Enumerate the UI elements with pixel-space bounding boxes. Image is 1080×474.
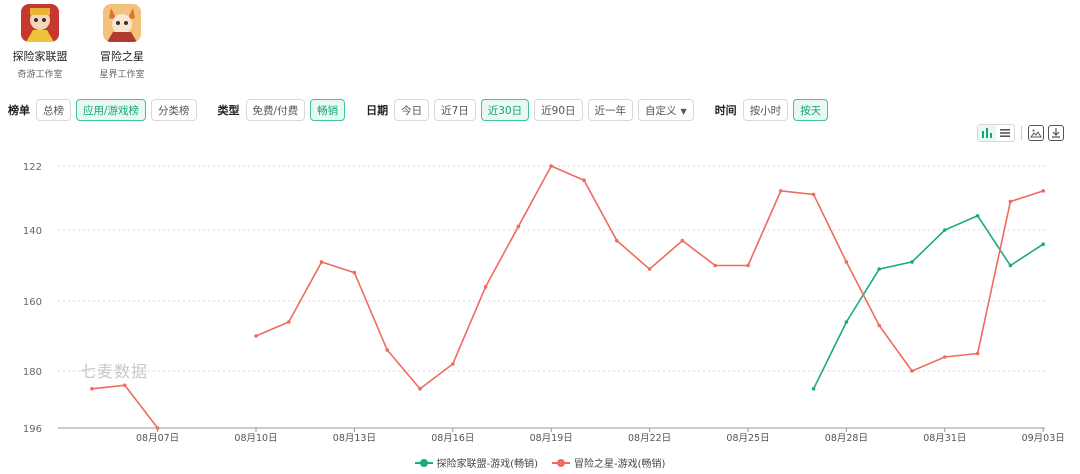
series-point-2 <box>385 348 390 352</box>
series-point-2 <box>352 270 357 275</box>
series-line-2 <box>255 164 1044 390</box>
series-point-2 <box>877 323 881 328</box>
series-point-2 <box>1041 189 1045 193</box>
legend-item-explorer-alliance[interactable]: 探险家联盟-游戏(畅销) <box>414 455 538 470</box>
watermark: 七麦数据 <box>80 362 149 381</box>
x-tick-label: 08月28日 <box>825 433 868 444</box>
x-tick-label: 08月31日 <box>923 433 966 444</box>
series-point-2 <box>647 267 652 271</box>
legend-item-adventure-star[interactable]: 冒险之星-游戏(畅销) <box>552 455 665 470</box>
x-tick-label: 08月13日 <box>333 433 376 444</box>
series-point-2 <box>451 362 455 366</box>
y-tick-label: 140 <box>23 226 42 237</box>
series-point-2 <box>319 260 324 264</box>
series-point-2 <box>418 387 422 391</box>
series-point-2 <box>811 192 816 197</box>
series-point-2 <box>713 263 717 268</box>
chart-legend: 探险家联盟-游戏(畅销) 冒险之星-游戏(畅销) <box>0 455 1080 470</box>
series-line-2 <box>91 384 159 429</box>
x-tick-label: 08月22日 <box>628 433 671 444</box>
series-point-2 <box>483 285 488 289</box>
x-tick-label: 09月03日 <box>1022 433 1065 444</box>
y-tick-label: 122 <box>23 162 42 173</box>
series-point-1 <box>1008 263 1013 268</box>
x-tick-label: 08月19日 <box>530 433 573 444</box>
series-point-2 <box>123 383 127 388</box>
legend-label: 探险家联盟-游戏(畅销) <box>436 459 538 470</box>
x-tick-label: 08月10日 <box>234 433 277 444</box>
legend-marker <box>552 458 570 468</box>
y-tick-label: 180 <box>23 367 42 378</box>
series-point-1 <box>975 213 980 218</box>
series-point-2 <box>746 263 750 268</box>
series-point-2 <box>516 224 521 229</box>
series-point-2 <box>582 178 586 183</box>
series-point-1 <box>943 228 947 232</box>
ranking-line-chart: 122 140 160 180 196 08月07日 08月10日 08月13日 08月16日 0… <box>23 162 1065 444</box>
legend-label: 冒险之星-游戏(畅销) <box>574 459 666 470</box>
series-point-1 <box>1041 242 1045 246</box>
series-point-1 <box>811 387 816 391</box>
series-point-2 <box>1008 199 1013 204</box>
x-tick-label: 08月25日 <box>726 433 769 444</box>
series-point-2 <box>943 355 947 359</box>
series-point-2 <box>910 369 914 373</box>
series-point-2 <box>615 238 619 243</box>
series-point-2 <box>779 189 783 193</box>
series-point-2 <box>844 260 849 264</box>
x-tick-label: 08月16日 <box>431 433 474 444</box>
series-point-2 <box>254 334 258 338</box>
y-tick-label: 196 <box>23 424 42 435</box>
y-tick-label: 160 <box>23 297 42 308</box>
series-point-1 <box>877 267 881 271</box>
series-line-1 <box>812 214 1044 390</box>
series-point-2 <box>975 351 980 356</box>
series-point-1 <box>844 320 849 324</box>
series-point-2 <box>90 387 94 391</box>
series-point-2 <box>287 320 291 324</box>
x-tick-label: 08月07日 <box>136 433 179 444</box>
series-point-2 <box>680 238 685 243</box>
series-point-2 <box>155 426 160 430</box>
series-point-2 <box>549 164 553 168</box>
legend-marker <box>414 458 433 468</box>
series-point-1 <box>910 260 914 264</box>
